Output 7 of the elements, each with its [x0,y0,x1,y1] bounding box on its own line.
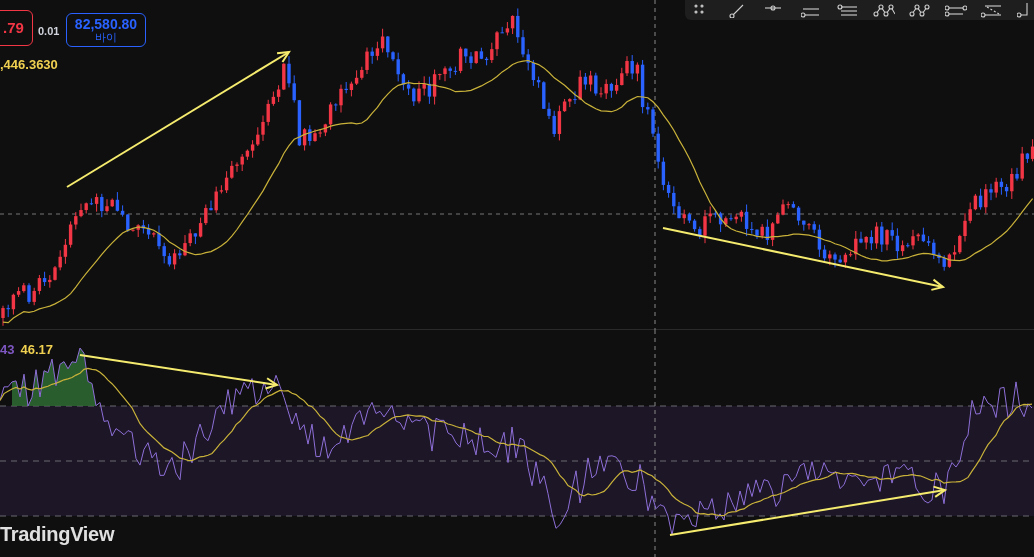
tradingview-logo: TradingView [0,522,115,547]
spread-value: 0.01 [38,24,60,39]
buy-price-button[interactable]: 82,580.80 바이 [66,13,146,47]
moving-average-value: ,446.3630 [0,56,58,74]
sell-price-button[interactable]: .79 [0,10,33,46]
rsi-average-value: 46.17 [20,341,53,359]
rsi-value: 43 [0,341,15,359]
